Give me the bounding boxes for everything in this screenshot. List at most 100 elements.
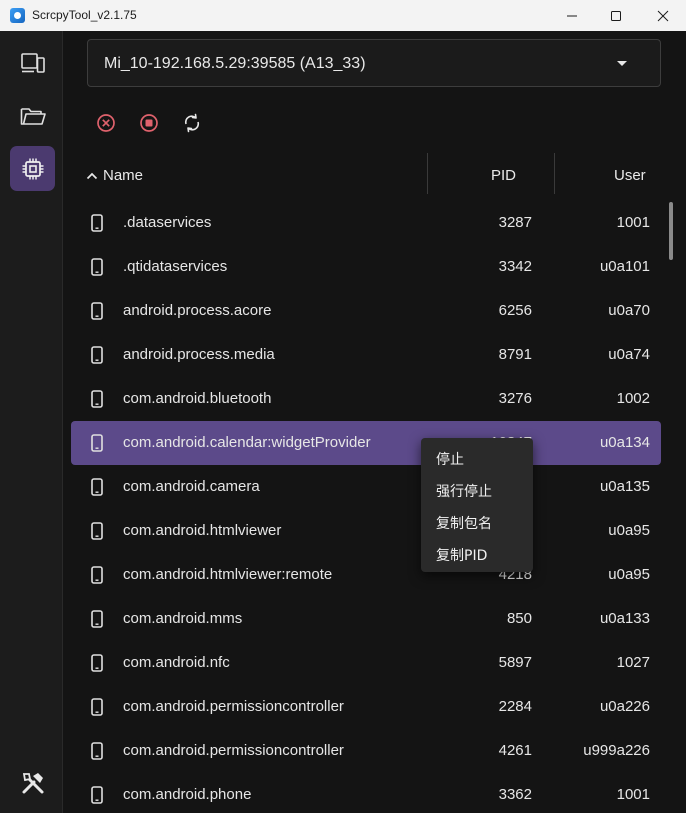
refresh-icon (184, 113, 200, 133)
column-header-name[interactable]: Name (103, 167, 143, 184)
phone-icon (91, 742, 103, 765)
process-name: com.android.nfc (123, 654, 230, 671)
table-row[interactable]: com.android.nfc 5897 1027 (71, 641, 661, 685)
process-user: u0a101 (599, 258, 650, 275)
column-header-user[interactable]: User (614, 167, 646, 184)
process-user: 1001 (616, 786, 650, 803)
phone-icon (91, 698, 103, 721)
phone-icon (91, 786, 103, 809)
process-user: 1002 (616, 390, 650, 407)
processor-icon (22, 158, 43, 179)
maximize-button[interactable] (593, 0, 639, 31)
sidebar-item-processes[interactable] (10, 146, 55, 191)
table-row[interactable]: com.android.permissioncontroller 2284 u0a2… (71, 685, 661, 729)
phone-icon (91, 522, 103, 545)
process-panel: Mi_10-192.168.5.29:39585 (A13_33) Name P… (63, 31, 686, 813)
process-pid: 4261 (498, 742, 532, 759)
phone-icon (91, 390, 103, 413)
table-row[interactable]: com.android.phone 3362 1001 (71, 773, 661, 813)
column-header-pid[interactable]: PID (491, 167, 516, 184)
phone-icon (91, 610, 103, 633)
process-user: u0a95 (608, 566, 650, 583)
title-bar: ScrcpyTool_v2.1.75 (0, 0, 686, 31)
table-row[interactable]: .dataservices 3287 1001 (71, 201, 661, 245)
column-separator[interactable] (554, 153, 555, 194)
sidebar-item-tools[interactable] (10, 760, 55, 805)
maximize-icon (611, 10, 621, 21)
table-row[interactable]: com.android.bluetooth 3276 1002 (71, 377, 661, 421)
table-row[interactable]: com.android.camera u0a135 (71, 465, 661, 509)
phone-icon (91, 434, 103, 457)
phone-icon (91, 654, 103, 677)
close-icon (657, 10, 669, 21)
folder-icon (20, 107, 46, 125)
process-name: com.android.calendar:widgetProvider (123, 434, 371, 451)
process-pid: 8791 (498, 346, 532, 363)
stop-button[interactable] (137, 111, 161, 135)
phone-icon (91, 214, 103, 237)
window-title: ScrcpyTool_v2.1.75 (32, 8, 137, 22)
menu-item-stop[interactable]: 停止 (421, 443, 533, 475)
process-pid: 2284 (498, 698, 532, 715)
table-row[interactable]: com.android.permissioncontroller 4261 u999… (71, 729, 661, 773)
column-separator[interactable] (427, 153, 428, 194)
process-pid: 850 (506, 610, 532, 627)
table-row[interactable]: com.android.calendar:widgetProvider10347… (71, 421, 661, 465)
minimize-button[interactable] (549, 0, 595, 31)
process-user: 1001 (616, 214, 650, 231)
table-row[interactable]: android.process.acore 6256 u0a70 (71, 289, 661, 333)
process-user: u0a95 (608, 522, 650, 539)
table-row[interactable]: com.android.mms 850 u0a133 (71, 597, 661, 641)
phone-icon (91, 478, 103, 501)
process-name: com.android.bluetooth (123, 390, 272, 407)
chevron-down-icon (617, 61, 627, 66)
device-select[interactable]: Mi_10-192.168.5.29:39585 (A13_33) (87, 39, 661, 87)
sidebar-item-devices[interactable] (10, 40, 55, 85)
process-pid: 3342 (498, 258, 532, 275)
process-name: .dataservices (123, 214, 212, 231)
menu-item-copy-pid[interactable]: 复制PID (421, 539, 533, 571)
process-name: com.android.mms (123, 610, 243, 627)
process-name: com.android.permissioncontroller (123, 742, 344, 759)
process-name: com.android.htmlviewer (123, 522, 282, 539)
process-user: u999a226 (583, 742, 650, 759)
process-user: 1027 (616, 654, 650, 671)
device-select-value: Mi_10-192.168.5.29:39585 (A13_33) (104, 55, 366, 72)
table-row[interactable]: com.android.htmlviewer u0a95 (71, 509, 661, 553)
phone-icon (91, 302, 103, 325)
table-header: Name PID User (71, 153, 661, 195)
process-pid: 3362 (498, 786, 532, 803)
process-name: android.process.media (123, 346, 275, 363)
menu-item-force-stop[interactable]: 强行停止 (421, 475, 533, 507)
phone-icon (91, 258, 103, 281)
menu-item-copy-package[interactable]: 复制包名 (421, 507, 533, 539)
process-name: com.android.phone (123, 786, 252, 803)
sidebar (0, 31, 63, 813)
process-user: u0a226 (599, 698, 650, 715)
process-list: .dataservices 3287 1001 .qtidataservices 334… (71, 201, 661, 813)
phone-icon (91, 346, 103, 369)
process-pid: 5897 (498, 654, 532, 671)
process-name: com.android.permissioncontroller (123, 698, 344, 715)
process-name: android.process.acore (123, 302, 272, 319)
phone-icon (91, 566, 103, 589)
process-user: u0a70 (608, 302, 650, 319)
sidebar-item-files[interactable] (10, 93, 55, 138)
tools-icon (22, 772, 43, 793)
table-row[interactable]: .qtidataservices 3342 u0a101 (71, 245, 661, 289)
process-pid: 3287 (498, 214, 532, 231)
process-pid: 3276 (498, 390, 532, 407)
minimize-icon (567, 15, 577, 16)
kill-process-icon (97, 114, 115, 132)
table-row[interactable]: com.android.htmlviewer:remote 4218 u0a95 (71, 553, 661, 597)
refresh-button[interactable] (180, 111, 204, 135)
table-row[interactable]: android.process.media 8791 u0a74 (71, 333, 661, 377)
devices-icon (20, 52, 45, 73)
scrollbar-thumb[interactable] (669, 202, 673, 260)
stop-icon (140, 114, 158, 132)
process-name: .qtidataservices (123, 258, 228, 275)
close-button[interactable] (640, 0, 686, 31)
process-name: com.android.camera (123, 478, 260, 495)
kill-process-button[interactable] (94, 111, 118, 135)
context-menu: 停止 强行停止 复制包名 复制PID (421, 438, 533, 572)
